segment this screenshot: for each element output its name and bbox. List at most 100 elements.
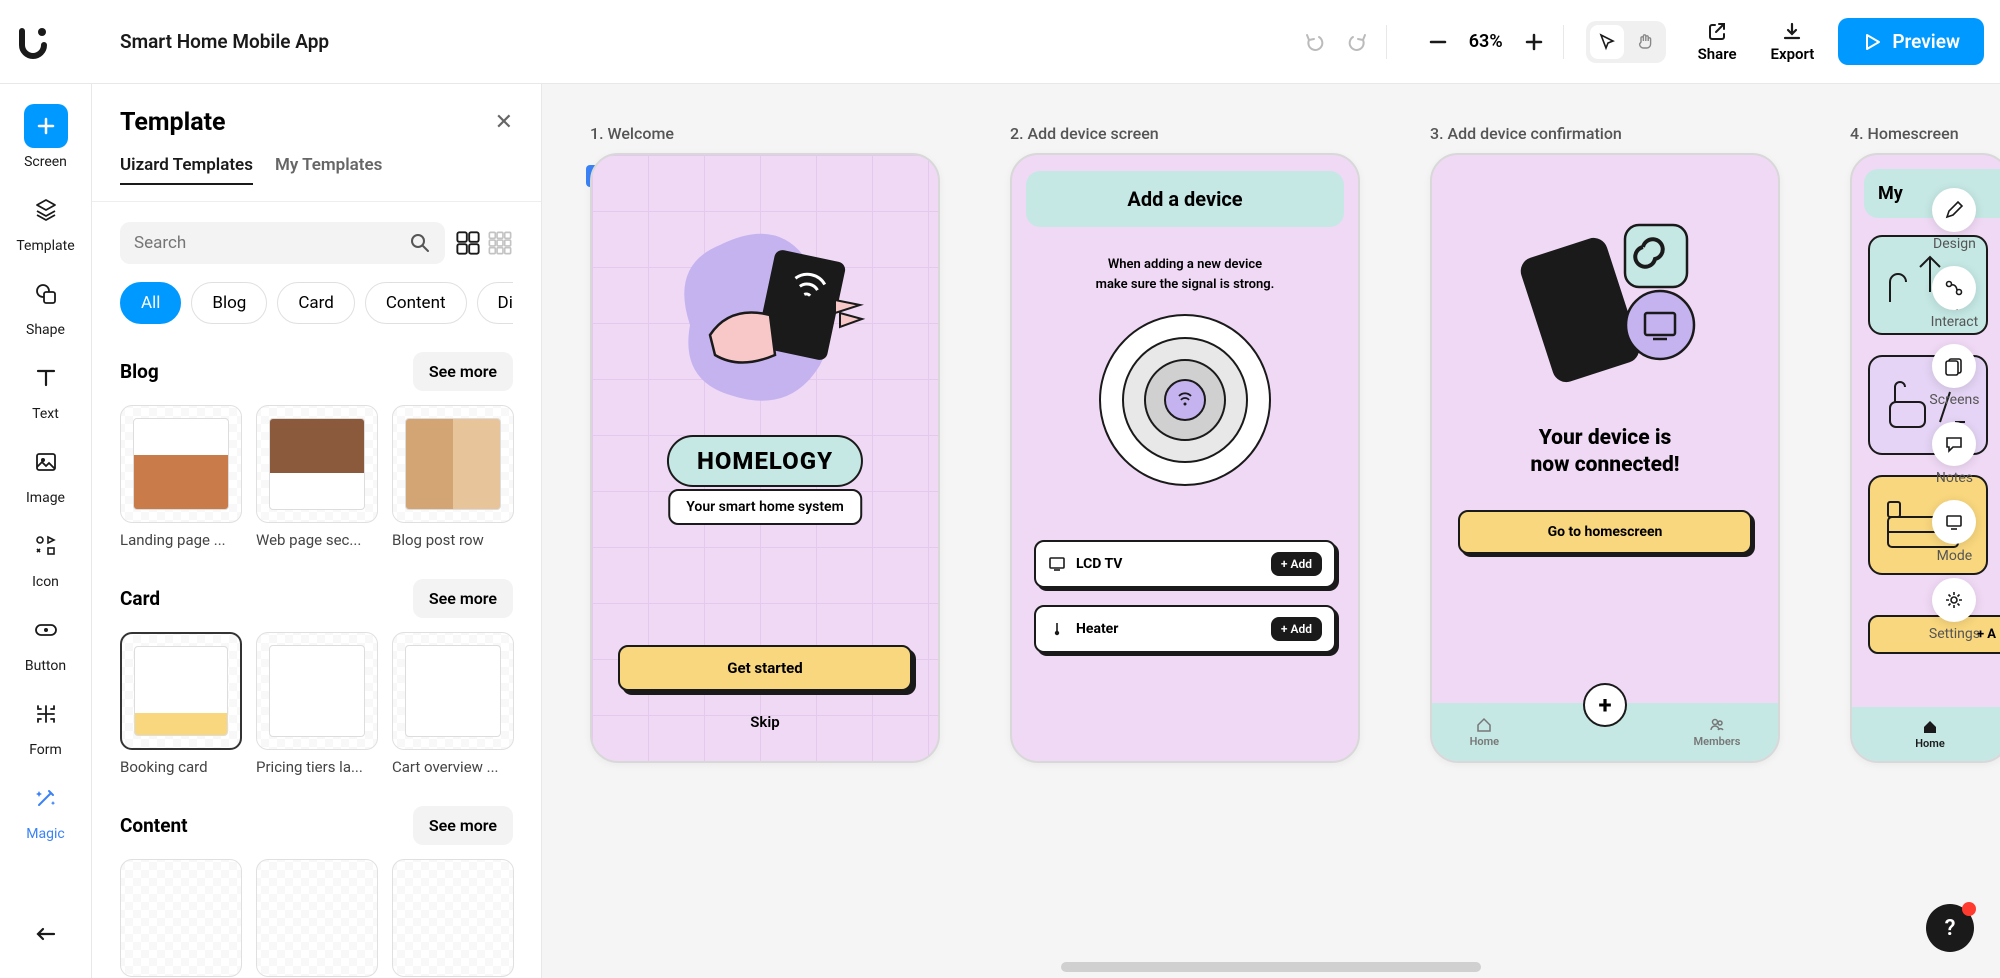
rt-screens[interactable]: Screens bbox=[1929, 344, 1980, 408]
horizontal-scrollbar[interactable] bbox=[1061, 962, 1481, 972]
filter-chips: All Blog Card Content Dialog bbox=[120, 282, 513, 324]
device-row-lcd-tv[interactable]: LCD TV + Add bbox=[1034, 540, 1336, 588]
fab-add-button[interactable]: + bbox=[1583, 683, 1627, 727]
tool-screen[interactable]: Screen bbox=[11, 104, 81, 170]
tool-image[interactable]: Image bbox=[11, 440, 81, 506]
app-logo bbox=[16, 25, 50, 59]
screen-welcome[interactable]: HOMELOGY Your smart home system Get star… bbox=[590, 153, 940, 763]
filter-dialog[interactable]: Dialog bbox=[477, 282, 513, 324]
close-panel-button[interactable]: ✕ bbox=[495, 110, 513, 135]
nav-home[interactable]: Home bbox=[1470, 717, 1500, 748]
template-thumb[interactable] bbox=[120, 859, 242, 978]
device-row-heater[interactable]: Heater + Add bbox=[1034, 605, 1336, 653]
zoom-out-button[interactable] bbox=[1421, 25, 1455, 59]
filter-content[interactable]: Content bbox=[365, 282, 467, 324]
get-started-button[interactable]: Get started bbox=[618, 645, 912, 691]
gear-icon bbox=[1944, 590, 1964, 610]
screen-add-device[interactable]: Add a device When adding a new device ma… bbox=[1010, 153, 1360, 763]
interact-icon bbox=[1944, 278, 1964, 298]
help-button[interactable]: ? bbox=[1926, 904, 1974, 952]
bottom-nav: Home bbox=[1852, 707, 2000, 761]
filter-blog[interactable]: Blog bbox=[191, 282, 267, 324]
template-panel: Template ✕ Uizard Templates My Templates… bbox=[92, 84, 542, 978]
tool-text[interactable]: Text bbox=[11, 356, 81, 422]
screen-confirmation[interactable]: Your device is now connected! Go to home… bbox=[1430, 153, 1780, 763]
tab-my-templates[interactable]: My Templates bbox=[275, 155, 382, 185]
share-icon bbox=[1706, 21, 1728, 43]
template-thumb[interactable]: Cart overview ... bbox=[392, 632, 514, 776]
see-more-blog[interactable]: See more bbox=[413, 352, 513, 391]
grid-large-view[interactable] bbox=[455, 230, 481, 256]
filter-card[interactable]: Card bbox=[277, 282, 355, 324]
skip-button[interactable]: Skip bbox=[592, 713, 938, 731]
arrow-left-icon bbox=[32, 920, 60, 948]
members-icon bbox=[1709, 717, 1725, 733]
hand-tool[interactable] bbox=[1628, 25, 1662, 59]
template-thumb[interactable]: Web page sec... bbox=[256, 405, 378, 549]
tv-icon bbox=[1048, 555, 1066, 573]
pointer-tool[interactable] bbox=[1590, 25, 1624, 59]
redo-button[interactable] bbox=[1340, 25, 1374, 59]
filter-all[interactable]: All bbox=[120, 282, 181, 324]
undo-button[interactable] bbox=[1298, 25, 1332, 59]
tab-uizard-templates[interactable]: Uizard Templates bbox=[120, 155, 253, 185]
welcome-title: HOMELOGY bbox=[667, 435, 863, 487]
search-box[interactable] bbox=[120, 222, 445, 264]
grid-small-view[interactable] bbox=[487, 230, 513, 256]
rt-settings[interactable]: Settings bbox=[1929, 578, 1980, 642]
rt-mode[interactable]: Mode bbox=[1929, 500, 1980, 564]
search-icon bbox=[409, 232, 431, 254]
zoom-level[interactable]: 63% bbox=[1469, 31, 1503, 52]
tool-template[interactable]: Template bbox=[11, 188, 81, 254]
thermometer-icon bbox=[1048, 620, 1066, 638]
welcome-illustration bbox=[650, 205, 880, 435]
section-title-content: Content bbox=[120, 814, 188, 837]
see-more-card[interactable]: See more bbox=[413, 579, 513, 618]
tool-button[interactable]: Button bbox=[11, 608, 81, 674]
screen-label[interactable]: 3. Add device confirmation bbox=[1430, 124, 1780, 143]
export-button[interactable]: Export bbox=[1761, 21, 1825, 63]
tool-form[interactable]: Form bbox=[11, 692, 81, 758]
screen-label[interactable]: 4. Homescreen bbox=[1850, 124, 2000, 143]
preview-button[interactable]: Preview bbox=[1838, 18, 1984, 65]
tool-magic[interactable]: Magic bbox=[11, 776, 81, 842]
rt-notes[interactable]: Notes bbox=[1929, 422, 1980, 486]
go-home-button[interactable]: Go to homescreen bbox=[1458, 510, 1752, 554]
template-thumb[interactable]: Pricing tiers la... bbox=[256, 632, 378, 776]
rt-interact[interactable]: Interact bbox=[1929, 266, 1980, 330]
tool-icon[interactable]: Icon bbox=[11, 524, 81, 590]
home-icon bbox=[1476, 717, 1492, 733]
back-button[interactable] bbox=[11, 920, 81, 948]
template-thumb[interactable]: Landing page ... bbox=[120, 405, 242, 549]
radar-illustration bbox=[1095, 310, 1275, 490]
right-toolbar: Design Interact Screens Notes Mode Setti… bbox=[1929, 188, 1980, 642]
project-title[interactable]: Smart Home Mobile App bbox=[120, 30, 329, 53]
connected-illustration bbox=[1505, 215, 1705, 385]
template-thumb[interactable] bbox=[256, 859, 378, 978]
search-input[interactable] bbox=[134, 233, 409, 253]
nav-members[interactable]: Members bbox=[1694, 717, 1741, 748]
layers-icon bbox=[24, 188, 68, 232]
share-button[interactable]: Share bbox=[1688, 21, 1747, 63]
screen-label[interactable]: 2. Add device screen bbox=[1010, 124, 1360, 143]
icon-glyphs-icon bbox=[24, 524, 68, 568]
text-icon bbox=[24, 356, 68, 400]
section-title-blog: Blog bbox=[120, 360, 159, 383]
zoom-in-button[interactable] bbox=[1517, 25, 1551, 59]
tool-shape[interactable]: Shape bbox=[11, 272, 81, 338]
template-thumb[interactable] bbox=[392, 859, 514, 978]
add-device-header: Add a device bbox=[1026, 171, 1344, 227]
add-device-button[interactable]: + Add bbox=[1271, 552, 1322, 576]
rt-design[interactable]: Design bbox=[1929, 188, 1980, 252]
template-thumb[interactable]: Booking card bbox=[120, 632, 242, 776]
image-icon bbox=[24, 440, 68, 484]
see-more-content[interactable]: See more bbox=[413, 806, 513, 845]
screen-label[interactable]: 1. Welcome bbox=[590, 124, 940, 143]
add-device-description: When adding a new device make sure the s… bbox=[1012, 255, 1358, 294]
canvas[interactable]: 1. Welcome HOMELOGY Your smart home syst… bbox=[542, 84, 2000, 978]
magic-icon bbox=[24, 776, 68, 820]
nav-home[interactable]: Home bbox=[1915, 719, 1945, 750]
welcome-subtitle: Your smart home system bbox=[668, 489, 862, 525]
add-device-button[interactable]: + Add bbox=[1271, 617, 1322, 641]
template-thumb[interactable]: Blog post row bbox=[392, 405, 514, 549]
